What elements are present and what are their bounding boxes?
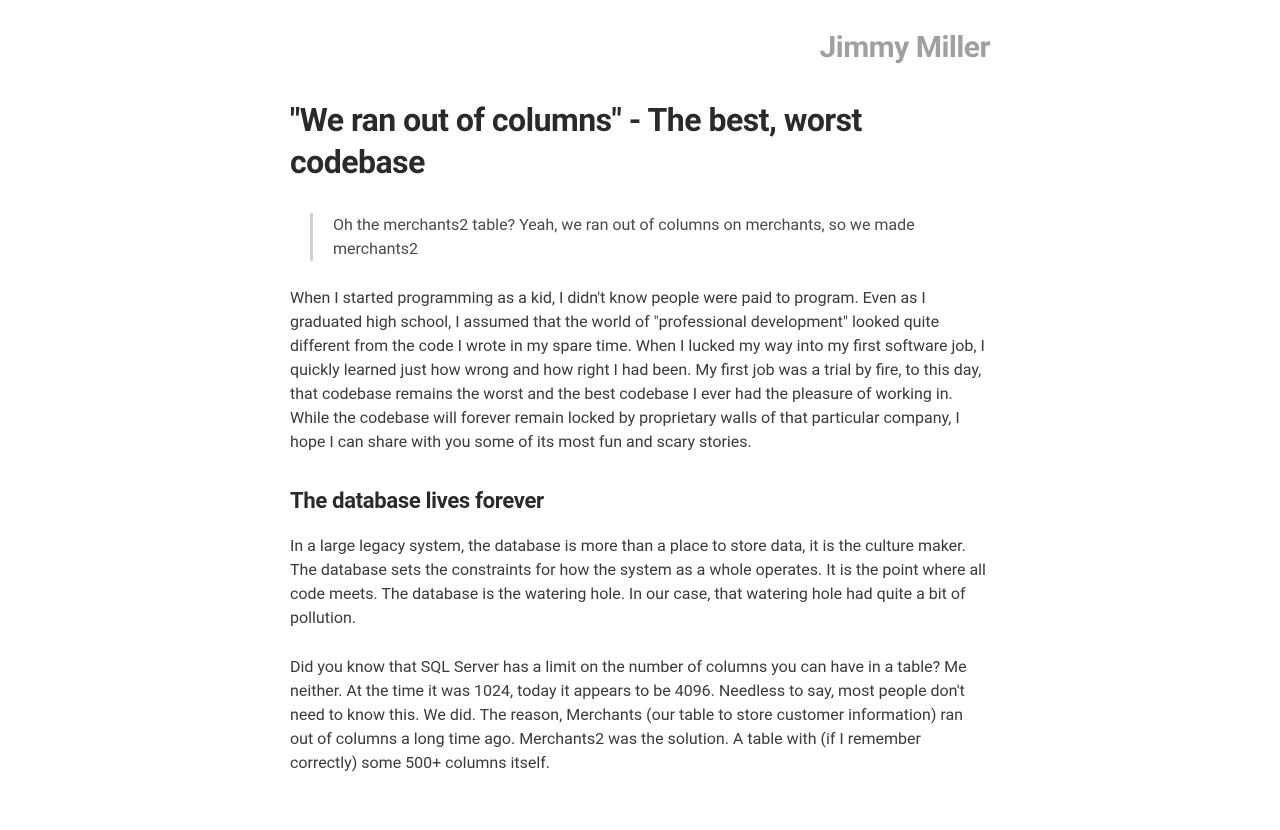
article-title: "We ran out of columns" - The best, wors… — [290, 100, 990, 183]
section-paragraph: In a large legacy system, the database i… — [290, 534, 990, 630]
section-paragraph: Did you know that SQL Server has a limit… — [290, 655, 990, 775]
intro-paragraph: When I started programming as a kid, I d… — [290, 286, 990, 454]
site-name[interactable]: Jimmy Miller — [290, 30, 990, 65]
intro-quote: Oh the merchants2 table? Yeah, we ran ou… — [310, 213, 990, 261]
section-heading: The database lives forever — [290, 489, 990, 514]
quote-text: Oh the merchants2 table? Yeah, we ran ou… — [333, 215, 915, 258]
